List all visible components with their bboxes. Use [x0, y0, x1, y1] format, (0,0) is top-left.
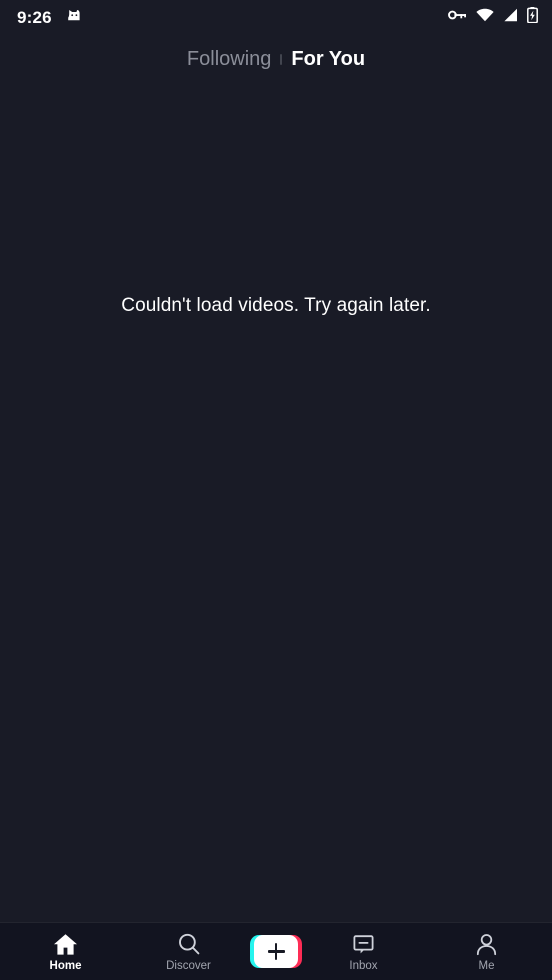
wifi-icon — [476, 8, 494, 27]
cat-app-notification-icon — [66, 7, 82, 28]
app-screen: 9:26 Following For You Couldn't load vid… — [0, 0, 552, 980]
inbox-message-icon — [352, 932, 375, 956]
cellular-signal-icon — [503, 8, 518, 27]
home-icon — [53, 932, 78, 956]
feed-tab-bar: Following For You — [0, 34, 552, 80]
tab-following[interactable]: Following — [178, 47, 280, 71]
status-bar-right — [448, 6, 538, 28]
create-video-button[interactable] — [250, 935, 302, 968]
plus-vertical-bar — [274, 943, 278, 960]
profile-person-icon — [475, 932, 498, 956]
bottom-navigation-bar: Home Discover Inbox Me — [0, 922, 552, 980]
nav-item-home[interactable]: Home — [4, 923, 127, 980]
nav-label-me: Me — [478, 960, 495, 973]
status-bar: 9:26 — [0, 0, 552, 34]
nav-item-discover[interactable]: Discover — [127, 923, 250, 980]
battery-charging-icon — [527, 6, 538, 28]
status-bar-clock: 9:26 — [17, 7, 52, 27]
nav-item-inbox[interactable]: Inbox — [302, 923, 425, 980]
feed-error-message: Couldn't load videos. Try again later. — [121, 295, 431, 316]
search-icon — [177, 932, 201, 956]
nav-item-me[interactable]: Me — [425, 923, 548, 980]
create-plus-icon — [254, 935, 298, 968]
nav-label-home: Home — [49, 960, 82, 973]
vpn-key-icon — [448, 8, 467, 27]
video-feed-area[interactable]: Couldn't load videos. Try again later. — [0, 80, 552, 922]
nav-label-discover: Discover — [166, 960, 211, 973]
nav-label-inbox: Inbox — [349, 960, 378, 973]
tab-for-you[interactable]: For You — [282, 47, 374, 71]
status-bar-left: 9:26 — [17, 7, 82, 28]
